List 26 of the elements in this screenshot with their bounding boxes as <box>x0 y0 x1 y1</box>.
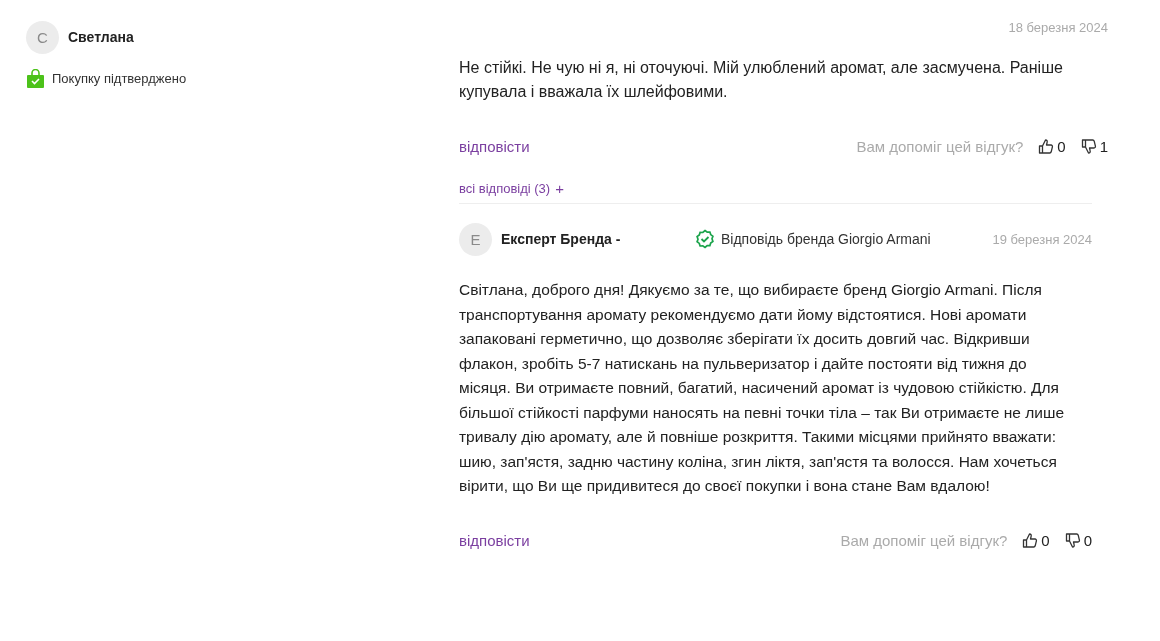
all-replies-link[interactable]: всі відповіді (3) <box>459 181 551 196</box>
thumbs-up-icon[interactable] <box>1021 531 1039 549</box>
thumbs-down-icon[interactable] <box>1079 138 1097 155</box>
avatar: С <box>26 20 59 54</box>
verified-badge-icon <box>695 229 715 249</box>
shopping-bag-check-icon <box>26 69 45 88</box>
thumbs-up-icon[interactable] <box>1037 138 1055 155</box>
helpful-question: Вам допоміг цей відгук? <box>856 138 1024 155</box>
author-name: Светлана <box>68 29 134 45</box>
reply-link[interactable]: відповісти <box>459 138 530 155</box>
reply-link[interactable]: відповісти <box>459 531 530 549</box>
dislike-count: 0 <box>1083 531 1092 549</box>
thumbs-down-icon[interactable] <box>1063 531 1081 549</box>
verified-purchase-label: Покупку підтверджено <box>52 71 187 86</box>
like-count: 0 <box>1041 531 1050 549</box>
expand-sign[interactable]: + <box>555 180 564 197</box>
helpful-question: Вам допоміг цей відгук? <box>840 531 1008 549</box>
avatar: Е <box>459 222 492 256</box>
review-text: Не стійкі. Не чую ні я, ні оточуючі. Мій улюблений аромат, але засмучена. Раніше купувала і вважала їх шлейфовими. <box>459 58 1064 102</box>
reply-date: 19 березня 2024 <box>992 231 1092 247</box>
like-count: 0 <box>1057 138 1066 155</box>
dislike-count: 1 <box>1099 138 1108 155</box>
brand-reply-label: Відповідь бренда Giorgio Armani <box>721 231 931 247</box>
reply-text: Світлана, доброго дня! Дякуємо за те, що вибираєте бренд Giorgio Armani. Після транспортування аромату рекомендуємо дати йому відстоятися. Нові аромати запаковані герметично, що дозволяє зберігати їх досить довгий час. Відкривши флакон, зробіть 5-7 натискань на пульверизатор і дайте постояти від тижня до місяця. Ви отримаєте повний, багатий, насичений аромат із чудовою стійкістю. Для більшої стійкості парфуми наносять на певні точки тіла – так Ви отримаєте не лише тривалу дію аромату, але й повніше розкриття. Такими місцями прийнято вважати: шию, зап'ястя, задню частину коліна, згин ліктя, зап'ястя та волосся. Нам хочеться вірити, що Ви ще придивитеся до своєї покупки і вона стане Вам вдалою! <box>459 280 1065 496</box>
review-date: 18 березня 2024 <box>1007 20 1108 37</box>
author-name: Експерт Бренда - <box>501 231 622 247</box>
